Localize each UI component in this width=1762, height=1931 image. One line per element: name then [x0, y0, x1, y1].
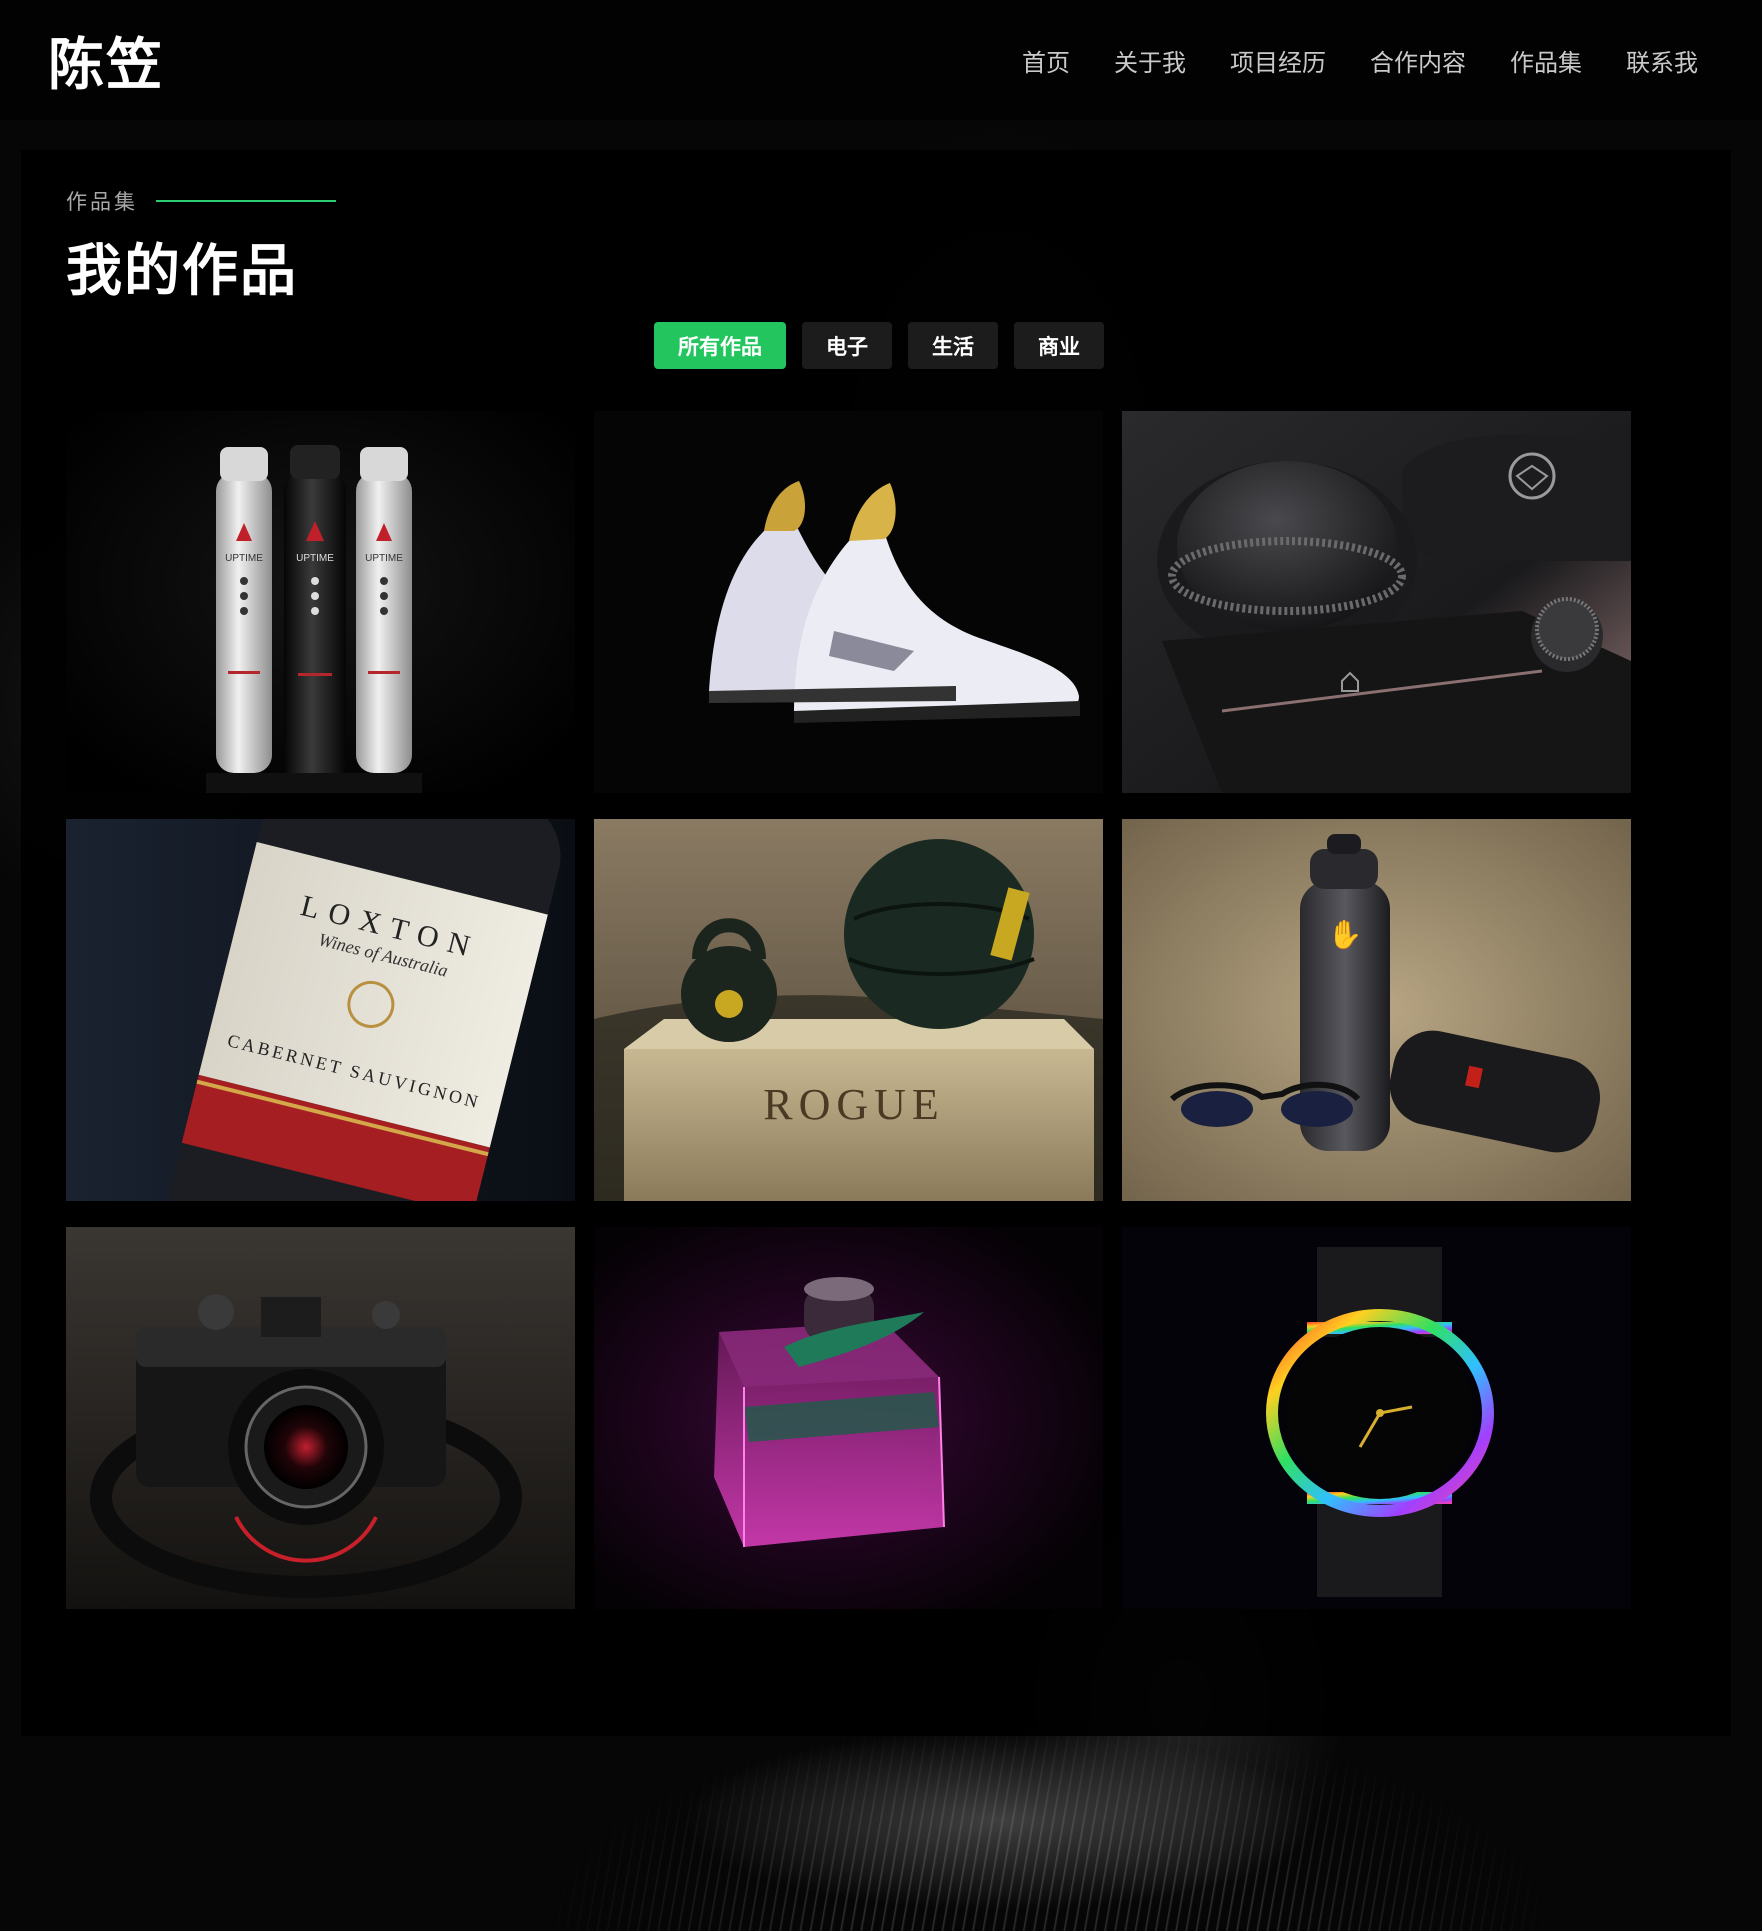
sneakers-photo — [594, 411, 1103, 793]
nav-item-home[interactable]: 首页 — [1022, 43, 1070, 78]
fitness-brand-text: ROGUE — [763, 1080, 945, 1129]
portfolio-item-sneakers[interactable] — [594, 411, 1103, 793]
filter-electronics-button[interactable]: 电子 — [802, 322, 892, 369]
fitness-gear-photo: ROGUE — [594, 819, 1103, 1201]
portfolio-gallery: UPTIME UPTIME UPTIME LOXTON Wines of Aus… — [66, 411, 1632, 1609]
bottles-photo: UPTIME UPTIME UPTIME — [66, 411, 575, 793]
perfume-photo — [594, 1227, 1103, 1609]
section-eyebrow: 作品集 — [66, 186, 336, 216]
water-bottle-photo: ✋ — [1122, 819, 1631, 1201]
brand-logo[interactable]: 陈笠 — [48, 20, 164, 101]
svg-text:UPTIME: UPTIME — [225, 553, 263, 564]
filter-life-button[interactable]: 生活 — [908, 322, 998, 369]
nav-item-cooperation[interactable]: 合作内容 — [1370, 43, 1466, 78]
wine-bottle-photo: LOXTON Wines of Australia CABERNET SAUVI… — [66, 819, 575, 1201]
portfolio-item-camera[interactable] — [66, 1227, 575, 1609]
eyebrow-divider — [156, 200, 336, 202]
portfolio-item-wine[interactable]: LOXTON Wines of Australia CABERNET SAUVI… — [66, 819, 575, 1201]
camera-photo — [66, 1227, 575, 1609]
filter-commercial-button[interactable]: 商业 — [1014, 322, 1104, 369]
portfolio-item-car-console[interactable] — [1122, 411, 1631, 793]
section-title: 我的作品 — [66, 241, 298, 303]
svg-text:UPTIME: UPTIME — [296, 553, 334, 564]
eyebrow-label: 作品集 — [66, 191, 138, 214]
main-nav: 首页 关于我 项目经历 合作内容 作品集 联系我 — [1022, 43, 1698, 78]
portfolio-section: 作品集 我的作品 所有作品 电子 生活 商业 UPTIME UPTIME UPT… — [21, 150, 1731, 1736]
filter-bar: 所有作品 电子 生活 商业 — [654, 322, 1104, 369]
portfolio-item-water-bottle[interactable]: ✋ — [1122, 819, 1631, 1201]
portfolio-item-watch[interactable] — [1122, 1227, 1631, 1609]
nav-item-projects[interactable]: 项目经历 — [1230, 43, 1326, 78]
nav-item-about[interactable]: 关于我 — [1114, 43, 1186, 78]
site-header: 陈笠 首页 关于我 项目经历 合作内容 作品集 联系我 — [0, 0, 1762, 120]
nav-item-contact[interactable]: 联系我 — [1626, 43, 1698, 78]
car-console-photo — [1122, 411, 1631, 793]
filter-all-button[interactable]: 所有作品 — [654, 322, 786, 369]
svg-text:✋: ✋ — [1328, 918, 1363, 951]
svg-text:UPTIME: UPTIME — [365, 553, 403, 564]
nav-item-portfolio[interactable]: 作品集 — [1510, 43, 1582, 78]
portfolio-item-fitness[interactable]: ROGUE — [594, 819, 1103, 1201]
portfolio-item-bottles[interactable]: UPTIME UPTIME UPTIME — [66, 411, 575, 793]
watch-photo — [1122, 1227, 1631, 1609]
portfolio-item-perfume[interactable] — [594, 1227, 1103, 1609]
